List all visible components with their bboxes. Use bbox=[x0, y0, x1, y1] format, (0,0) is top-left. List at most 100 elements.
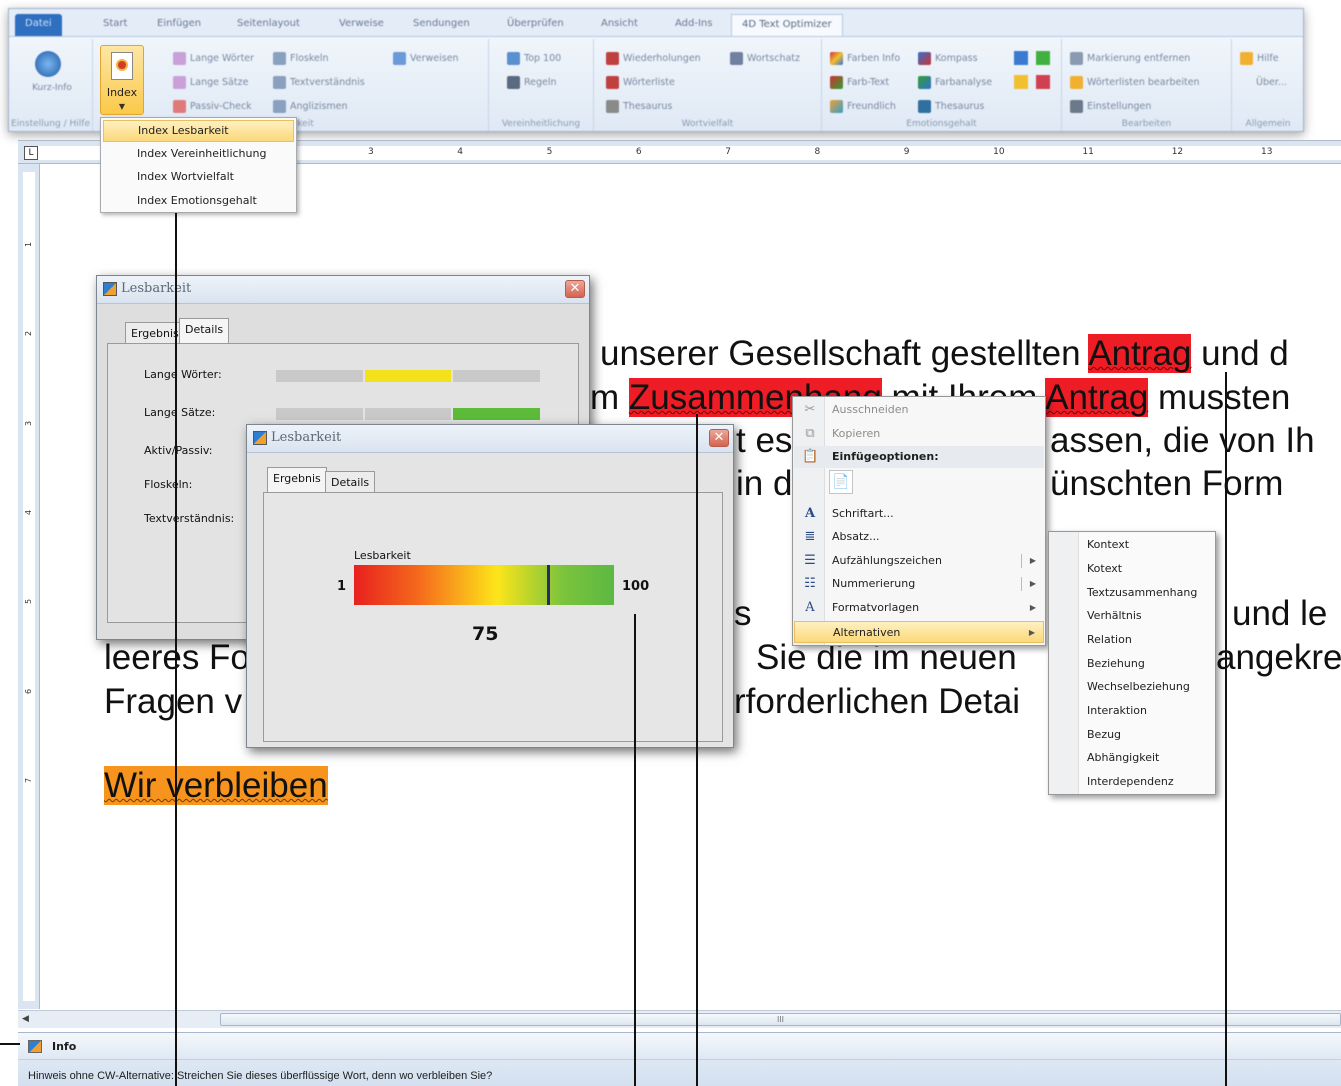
passiv-check-button[interactable]: Passiv-Check bbox=[173, 97, 252, 115]
alt-item-verhaeltnis[interactable]: Verhältnis bbox=[1087, 605, 1142, 627]
woerterliste-button[interactable]: Wörterliste bbox=[606, 73, 675, 91]
highlight-wir-verbleiben[interactable]: Wir verbleiben bbox=[104, 766, 328, 805]
highlight-antrag-2[interactable]: Antrag bbox=[1045, 378, 1149, 417]
app-icon bbox=[253, 431, 267, 445]
tab-seitenlayout[interactable]: Seitenlayout bbox=[227, 14, 310, 36]
highlight-antrag[interactable]: Antrag bbox=[1088, 334, 1192, 373]
ueber-button[interactable]: Über... bbox=[1256, 73, 1287, 91]
menu-item-index-wortvielfalt[interactable]: Index Wortvielfalt bbox=[103, 166, 294, 188]
index-button[interactable]: Index ▼ bbox=[100, 45, 144, 115]
horizontal-scrollbar[interactable]: ◀ III bbox=[18, 1010, 1341, 1028]
menu-item-alternativen[interactable]: Alternativen ▶ bbox=[794, 621, 1044, 643]
doc-line-1[interactable]: unserer Gesellschaft gestellten Antrag u… bbox=[600, 334, 1289, 374]
alt-item-relation[interactable]: Relation bbox=[1087, 629, 1132, 651]
alt-item-interaktion[interactable]: Interaktion bbox=[1087, 700, 1147, 722]
floskeln-icon bbox=[273, 51, 286, 65]
small-yellow-icon[interactable] bbox=[1014, 75, 1028, 89]
tab-ergebnis[interactable]: Ergebnis bbox=[267, 467, 327, 493]
tab-ansicht[interactable]: Ansicht bbox=[591, 14, 648, 36]
tab-details[interactable]: Details bbox=[179, 318, 230, 344]
lange-woerter-button[interactable]: Lange Wörter bbox=[173, 49, 254, 67]
lange-saetze-button[interactable]: Lange Sätze bbox=[173, 73, 248, 91]
alt-item-textzusammenhang[interactable]: Textzusammenhang bbox=[1087, 582, 1197, 604]
markierung-entfernen-button[interactable]: Markierung entfernen bbox=[1070, 49, 1190, 67]
alt-item-abhaengigkeit[interactable]: Abhängigkeit bbox=[1087, 747, 1159, 769]
tab-add-ins[interactable]: Add-Ins bbox=[665, 14, 722, 36]
small-red-icon[interactable] bbox=[1036, 75, 1050, 89]
doc-text: und d bbox=[1191, 334, 1289, 373]
doc-line-5b[interactable]: und le bbox=[1232, 594, 1327, 634]
anglizismen-button[interactable]: Anglizismen bbox=[273, 97, 348, 115]
tab-start[interactable]: Start bbox=[93, 14, 137, 36]
alt-item-kotext[interactable]: Kotext bbox=[1087, 558, 1122, 580]
menu-item-schriftart[interactable]: A Schriftart... bbox=[794, 503, 1044, 525]
textverstaendnis-button[interactable]: Textverständnis bbox=[273, 73, 365, 91]
verweise-button[interactable]: Verweisen bbox=[393, 49, 459, 67]
doc-line-4a[interactable]: in d bbox=[736, 464, 792, 504]
wiederholungen-button[interactable]: Wiederholungen bbox=[606, 49, 701, 67]
woerterliste-label: Wörterliste bbox=[623, 76, 675, 88]
menu-item-kopieren[interactable]: ⧉ Kopieren bbox=[794, 423, 1044, 445]
thesaurus-button[interactable]: Thesaurus bbox=[606, 97, 672, 115]
ruler-number: 1 bbox=[24, 241, 34, 248]
scrollbar-thumb[interactable]: III bbox=[220, 1013, 1341, 1026]
menu-item-nummerierung[interactable]: ☷ Nummerierung ▶ bbox=[794, 573, 1044, 595]
thesaurus2-button[interactable]: Thesaurus bbox=[918, 97, 984, 115]
small-green-icon[interactable] bbox=[1036, 51, 1050, 65]
menu-item-aufzaehlungszeichen[interactable]: ☰ Aufzählungszeichen ▶ bbox=[794, 550, 1044, 572]
freundlich-button[interactable]: Freundlich bbox=[830, 97, 896, 115]
wortschatz-button[interactable]: Wortschatz bbox=[730, 49, 800, 67]
tab-4d-text-optimizer[interactable]: 4D Text Optimizer bbox=[731, 14, 843, 36]
result-panel: Lesbarkeit 1 100 75 bbox=[263, 492, 723, 742]
doc-text: m bbox=[590, 378, 629, 417]
scroll-left-icon[interactable]: ◀ bbox=[22, 1014, 29, 1024]
tab-sendungen[interactable]: Sendungen bbox=[403, 14, 480, 36]
tab-einfuegen[interactable]: Einfügen bbox=[147, 14, 211, 36]
level-seg bbox=[364, 370, 452, 382]
doc-line-5a[interactable]: s bbox=[734, 594, 752, 634]
einstellungen-button[interactable]: Einstellungen bbox=[1070, 97, 1151, 115]
woerterlisten-bearbeiten-button[interactable]: Wörterlisten bearbeiten bbox=[1070, 73, 1200, 91]
doc-line-7a[interactable]: Fragen v bbox=[104, 682, 242, 722]
doc-line-6c[interactable]: angekre bbox=[1216, 638, 1341, 678]
ribbon-group-bearbeiten: Markierung entfernen Wörterlisten bearbe… bbox=[1062, 39, 1232, 131]
tab-verweise[interactable]: Verweise bbox=[329, 14, 394, 36]
alt-item-beziehung[interactable]: Beziehung bbox=[1087, 653, 1145, 675]
alt-item-wechselbeziehung[interactable]: Wechselbeziehung bbox=[1087, 676, 1190, 698]
kurz-info-button[interactable]: Kurz-Info bbox=[27, 83, 77, 93]
tab-ueberpruefen[interactable]: Überprüfen bbox=[497, 14, 574, 36]
doc-line-4b[interactable]: ünschten Form bbox=[1050, 464, 1283, 504]
alt-item-bezug[interactable]: Bezug bbox=[1087, 724, 1121, 746]
menu-item-index-lesbarkeit[interactable]: Index Lesbarkeit bbox=[103, 120, 294, 142]
alt-item-kontext[interactable]: Kontext bbox=[1087, 534, 1129, 556]
small-blue-icon[interactable] bbox=[1014, 51, 1028, 65]
top-100-button[interactable]: Top 100 bbox=[507, 49, 561, 67]
close-icon[interactable]: ✕ bbox=[709, 429, 729, 447]
farbanalyse-button[interactable]: Farbanalyse bbox=[918, 73, 992, 91]
ruler-number: 5 bbox=[546, 147, 553, 157]
hilfe-button[interactable]: Hilfe bbox=[1240, 49, 1279, 67]
doc-closing-line[interactable]: Wir verbleiben bbox=[104, 766, 328, 806]
kompass-button[interactable]: Kompass bbox=[918, 49, 978, 67]
doc-line-3b[interactable]: assen, die von Ih bbox=[1050, 421, 1315, 461]
regeln-label: Regeln bbox=[524, 76, 557, 88]
menu-item-formatvorlagen[interactable]: A Formatvorlagen ▶ bbox=[794, 597, 1044, 619]
app-icon bbox=[103, 282, 117, 296]
menu-item-absatz[interactable]: ≣ Absatz... bbox=[794, 526, 1044, 548]
doc-line-7b[interactable]: rforderlichen Detai bbox=[734, 682, 1020, 722]
regeln-button[interactable]: Regeln bbox=[507, 73, 557, 91]
menu-item-index-vereinheitlichung[interactable]: Index Vereinheitlichung bbox=[103, 143, 294, 165]
menu-item-index-emotionsgehalt[interactable]: Index Emotionsgehalt bbox=[103, 190, 294, 212]
tab-details[interactable]: Details bbox=[325, 471, 376, 493]
alt-item-interdependenz[interactable]: Interdependenz bbox=[1087, 771, 1174, 793]
farben-info-label: Farben Info bbox=[847, 52, 901, 64]
tab-datei[interactable]: Datei bbox=[15, 14, 62, 36]
farb-text-button[interactable]: Farb-Text bbox=[830, 73, 889, 91]
floskeln-button[interactable]: Floskeln bbox=[273, 49, 329, 67]
menu-item-ausschneiden[interactable]: ✂ Ausschneiden bbox=[794, 399, 1044, 421]
farben-info-button[interactable]: Farben Info bbox=[830, 49, 900, 67]
doc-line-3a[interactable]: t es bbox=[736, 421, 792, 461]
tab-selector-button[interactable]: L bbox=[24, 146, 38, 160]
close-icon[interactable]: ✕ bbox=[565, 280, 585, 298]
paste-text-icon[interactable]: 📄 bbox=[829, 470, 853, 494]
